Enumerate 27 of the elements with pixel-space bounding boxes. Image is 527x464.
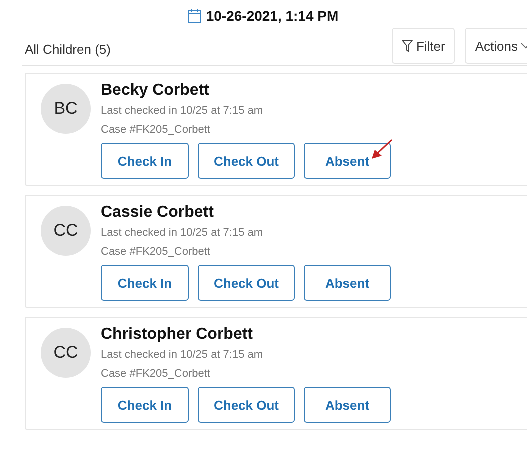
action-button[interactable]: Check In [101, 387, 189, 423]
avatar: CC [41, 206, 91, 256]
child-name: Christopher Corbett [101, 326, 254, 344]
filter-icon [402, 40, 414, 52]
action-button[interactable]: Check Out [198, 143, 295, 179]
action-button[interactable]: Check Out [198, 265, 295, 301]
avatar: BC [41, 84, 91, 134]
action-button[interactable]: Absent [304, 143, 391, 179]
case-number: Case #FK205_Corbett [101, 246, 212, 258]
last-checked-text: Last checked in 10/25 at 7:15 am [101, 349, 264, 361]
case-number: Case #FK205_Corbett [101, 368, 212, 380]
action-button[interactable]: Absent [304, 387, 391, 423]
actions-button[interactable]: Actions [465, 28, 527, 64]
calendar-icon [188, 9, 202, 23]
case-number: Case #FK205_Corbett [101, 124, 212, 136]
child-name: Cassie Corbett [101, 204, 215, 222]
child-name: Becky Corbett [101, 82, 210, 100]
last-checked-text: Last checked in 10/25 at 7:15 am [101, 105, 264, 117]
list-title: All Children (5) [24, 42, 111, 57]
action-button[interactable]: Check In [101, 143, 189, 179]
date-time: 10-26-2021, 1:14 PM [206, 8, 339, 24]
action-button[interactable]: Check In [101, 265, 189, 301]
avatar: CC [41, 328, 91, 378]
filter-button[interactable]: Filter [392, 28, 456, 64]
action-button[interactable]: Absent [304, 265, 391, 301]
last-checked-text: Last checked in 10/25 at 7:15 am [101, 227, 264, 239]
action-button[interactable]: Check Out [198, 387, 295, 423]
